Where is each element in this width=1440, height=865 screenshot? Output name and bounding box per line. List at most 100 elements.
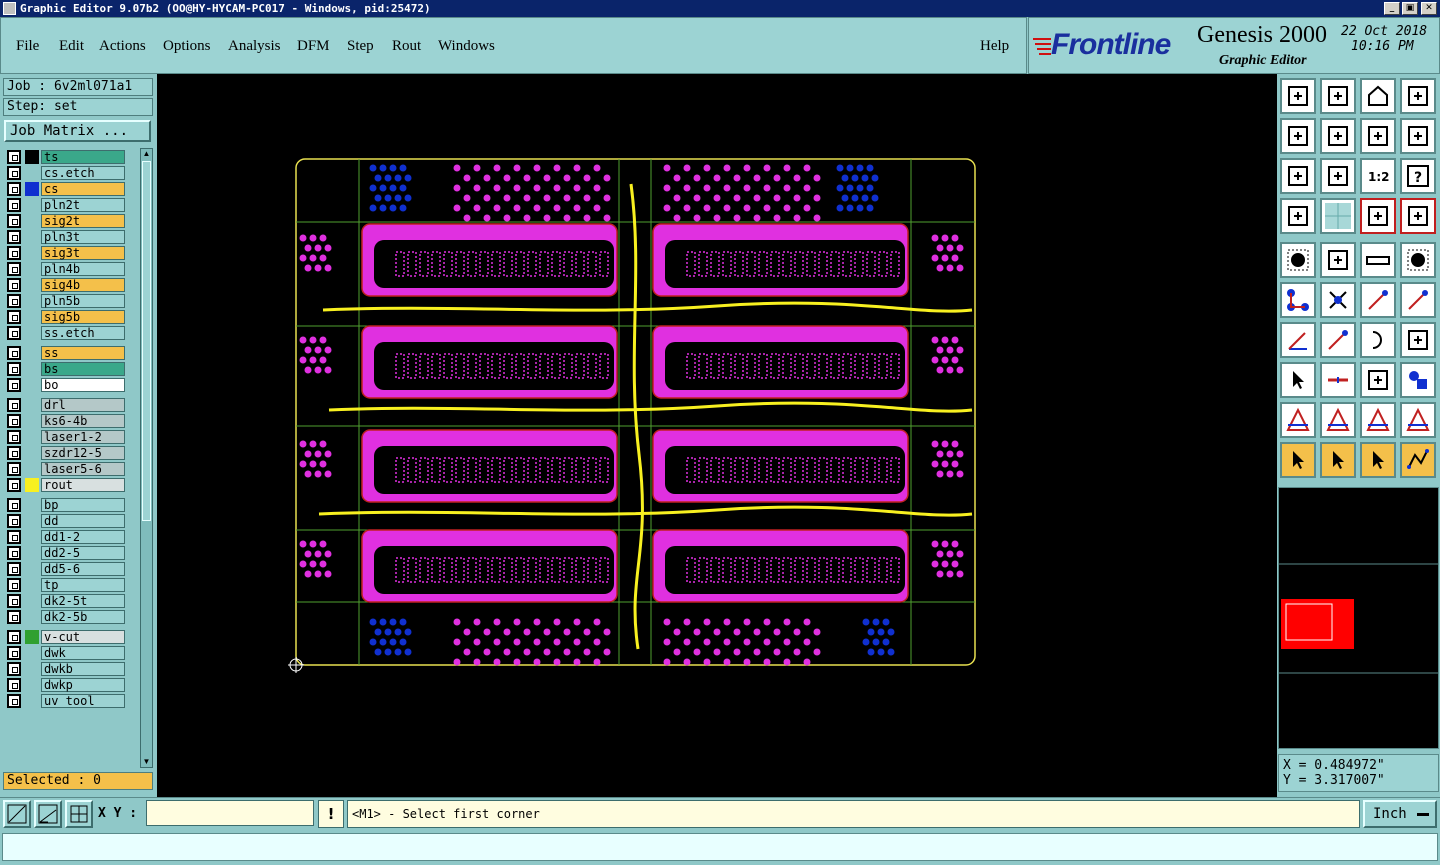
overview-window[interactable] bbox=[1278, 487, 1439, 749]
split-view-tool[interactable] bbox=[1400, 78, 1436, 114]
layer-color-swatch[interactable] bbox=[25, 462, 39, 476]
layer-row-v-cut[interactable]: v-cut bbox=[5, 630, 125, 644]
layer-checkbox[interactable] bbox=[7, 594, 21, 608]
layer-row-szdr12-5[interactable]: szdr12-5 bbox=[5, 446, 125, 460]
layer-checkbox[interactable] bbox=[7, 262, 21, 276]
triangle-tool[interactable] bbox=[1280, 402, 1316, 438]
snap-red2-tool[interactable] bbox=[1400, 198, 1436, 234]
select-orange-tool[interactable] bbox=[1360, 442, 1396, 478]
layer-row-sig4b[interactable]: sig4b bbox=[5, 278, 125, 292]
layer-color-swatch[interactable] bbox=[25, 398, 39, 412]
layer-name[interactable]: dd5-6 bbox=[41, 562, 125, 576]
layer-name[interactable]: ss.etch bbox=[41, 326, 125, 340]
layer-row-dd[interactable]: dd bbox=[5, 514, 125, 528]
layer-checkbox[interactable] bbox=[7, 326, 21, 340]
fill-pad-tool[interactable] bbox=[1280, 242, 1316, 278]
layer-checkbox[interactable] bbox=[7, 182, 21, 196]
layer-checkbox[interactable] bbox=[7, 310, 21, 324]
layer-row-laser5-6[interactable]: laser5-6 bbox=[5, 462, 125, 476]
layer-color-swatch[interactable] bbox=[25, 414, 39, 428]
layer-color-swatch[interactable] bbox=[25, 694, 39, 708]
step-right-tool[interactable] bbox=[1320, 118, 1356, 154]
minimize-button[interactable]: _ bbox=[1384, 2, 1400, 15]
layer-checkbox[interactable] bbox=[7, 414, 21, 428]
layer-name[interactable]: ss bbox=[41, 346, 125, 360]
layer-color-swatch[interactable] bbox=[25, 294, 39, 308]
layer-checkbox[interactable] bbox=[7, 462, 21, 476]
layer-name[interactable]: sig2t bbox=[41, 214, 125, 228]
layer-checkbox[interactable] bbox=[7, 478, 21, 492]
layer-row-drl[interactable]: drl bbox=[5, 398, 125, 412]
layer-name[interactable]: v-cut bbox=[41, 630, 125, 644]
layer-checkbox[interactable] bbox=[7, 362, 21, 376]
layer-checkbox[interactable] bbox=[7, 562, 21, 576]
layer-row-sig5b[interactable]: sig5b bbox=[5, 310, 125, 324]
center-tool[interactable] bbox=[1320, 158, 1356, 194]
dot-tool[interactable] bbox=[1400, 242, 1436, 278]
layer-checkbox[interactable] bbox=[7, 398, 21, 412]
scroll-up-icon[interactable]: ▲ bbox=[142, 149, 151, 159]
angle-tool[interactable] bbox=[1280, 322, 1316, 358]
pad-select-tool[interactable] bbox=[1280, 362, 1316, 398]
layer-color-swatch[interactable] bbox=[25, 678, 39, 692]
layer-name[interactable]: dd2-5 bbox=[41, 546, 125, 560]
scale-1-2-tool[interactable]: 1:2 bbox=[1360, 158, 1396, 194]
layer-list-scrollbar[interactable]: ▲ ▼ bbox=[140, 148, 153, 768]
minus-tool[interactable] bbox=[1320, 362, 1356, 398]
pcb-panel-drawing[interactable] bbox=[157, 74, 1277, 797]
layer-checkbox[interactable] bbox=[7, 166, 21, 180]
layer-color-swatch[interactable] bbox=[25, 578, 39, 592]
measure-button[interactable] bbox=[34, 800, 62, 828]
alert-button[interactable]: ! bbox=[318, 800, 344, 828]
menu-dfm[interactable]: DFM bbox=[297, 38, 330, 55]
select-box-tool[interactable] bbox=[1320, 442, 1356, 478]
layer-row-sig3t[interactable]: sig3t bbox=[5, 246, 125, 260]
edit-shape-tool[interactable] bbox=[1320, 242, 1356, 278]
menu-help[interactable]: Help bbox=[980, 38, 1009, 55]
connect-tool[interactable] bbox=[1280, 282, 1316, 318]
layer-checkbox[interactable] bbox=[7, 546, 21, 560]
layer-name[interactable]: sig3t bbox=[41, 246, 125, 260]
layer-color-swatch[interactable] bbox=[25, 662, 39, 676]
layer-row-cs[interactable]: cs bbox=[5, 182, 125, 196]
layer-name[interactable]: dd1-2 bbox=[41, 530, 125, 544]
layer-row-dd2-5[interactable]: dd2-5 bbox=[5, 546, 125, 560]
layer-row-dd1-2[interactable]: dd1-2 bbox=[5, 530, 125, 544]
flip-tool[interactable] bbox=[1400, 322, 1436, 358]
layer-row-dwkb[interactable]: dwkb bbox=[5, 662, 125, 676]
menu-file[interactable]: File bbox=[16, 38, 39, 55]
layer-name[interactable]: dd bbox=[41, 514, 125, 528]
slash-tool[interactable] bbox=[1320, 322, 1356, 358]
arrow-line-tool[interactable] bbox=[1400, 282, 1436, 318]
layer-name[interactable]: bo bbox=[41, 378, 125, 392]
layer-row-pln3t[interactable]: pln3t bbox=[5, 230, 125, 244]
help-tool[interactable]: ? bbox=[1400, 158, 1436, 194]
layer-name[interactable]: dwkb bbox=[41, 662, 125, 676]
layer-row-bp[interactable]: bp bbox=[5, 498, 125, 512]
layer-name[interactable]: ts bbox=[41, 150, 125, 164]
layer-name[interactable]: cs bbox=[41, 182, 125, 196]
layer-name[interactable]: dwk bbox=[41, 646, 125, 660]
layer-color-swatch[interactable] bbox=[25, 478, 39, 492]
layer-row-sig2t[interactable]: sig2t bbox=[5, 214, 125, 228]
layer-checkbox[interactable] bbox=[7, 514, 21, 528]
layer-row-dk2-5b[interactable]: dk2-5b bbox=[5, 610, 125, 624]
menu-analysis[interactable]: Analysis bbox=[228, 38, 281, 55]
select-arrow-tool[interactable] bbox=[1280, 442, 1316, 478]
menu-step[interactable]: Step bbox=[347, 38, 374, 55]
layer-color-swatch[interactable] bbox=[25, 310, 39, 324]
menu-rout[interactable]: Rout bbox=[392, 38, 421, 55]
home-tool[interactable] bbox=[1360, 78, 1396, 114]
layer-row-laser1-2[interactable]: laser1-2 bbox=[5, 430, 125, 444]
zoom-box-button[interactable] bbox=[3, 800, 31, 828]
rotate-tool[interactable] bbox=[1360, 118, 1396, 154]
layer-name[interactable]: pln3t bbox=[41, 230, 125, 244]
layer-checkbox[interactable] bbox=[7, 246, 21, 260]
move-down-tool[interactable] bbox=[1320, 78, 1356, 114]
layer-color-swatch[interactable] bbox=[25, 498, 39, 512]
layer-row-ks6-4b[interactable]: ks6-4b bbox=[5, 414, 125, 428]
layer-checkbox[interactable] bbox=[7, 630, 21, 644]
mirror-tool[interactable] bbox=[1400, 118, 1436, 154]
layer-row-dd5-6[interactable]: dd5-6 bbox=[5, 562, 125, 576]
layer-checkbox[interactable] bbox=[7, 294, 21, 308]
